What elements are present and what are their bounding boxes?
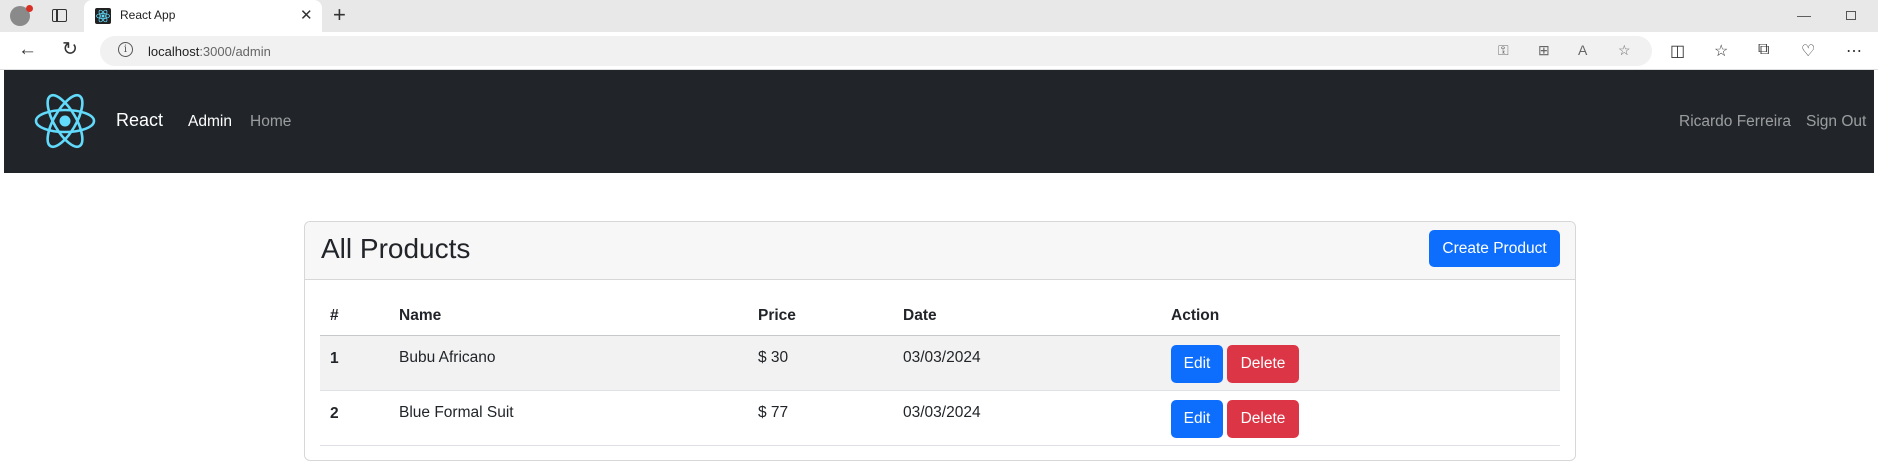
column-header-number: # (330, 307, 339, 324)
url-field[interactable] (100, 36, 1652, 66)
column-header-date: Date (903, 307, 937, 324)
url-path: :3000/admin (199, 44, 271, 59)
column-header-name: Name (399, 307, 442, 324)
restore-window-icon[interactable] (1846, 11, 1856, 20)
browser-address-bar: ← ↻ i localhost:3000/admin ⚿ ⊞ A ☆ ◫ ☆ ⧉… (0, 32, 1878, 70)
product-price: $ 77 (758, 404, 789, 421)
tab-actions-icon[interactable] (52, 9, 67, 22)
read-aloud-icon[interactable]: A (1578, 42, 1587, 58)
delete-button[interactable]: Delete (1227, 345, 1299, 383)
product-name: Bubu Africano (399, 349, 496, 366)
browser-essentials-icon[interactable]: ♡ (1801, 41, 1815, 61)
notification-dot-icon (26, 5, 33, 12)
react-favicon-icon (95, 8, 111, 24)
product-date: 03/03/2024 (903, 349, 981, 366)
minimize-window-icon[interactable]: — (1797, 7, 1811, 23)
delete-button[interactable]: Delete (1227, 400, 1299, 438)
browser-tab-title: React App (120, 8, 176, 22)
brand-name[interactable]: React (116, 110, 163, 131)
url-text[interactable]: localhost:3000/admin (148, 44, 271, 59)
edit-button[interactable]: Edit (1171, 400, 1223, 438)
close-tab-icon[interactable]: ✕ (300, 6, 313, 24)
favorite-star-icon[interactable]: ☆ (1618, 42, 1631, 59)
key-icon[interactable]: ⚿ (1498, 42, 1509, 59)
more-menu-icon[interactable]: ⋯ (1846, 41, 1862, 61)
nav-link-home[interactable]: Home (250, 113, 291, 131)
site-info-icon[interactable]: i (118, 42, 133, 57)
back-icon[interactable]: ← (18, 39, 37, 61)
url-host: localhost (148, 44, 200, 59)
product-date: 03/03/2024 (903, 404, 981, 421)
column-header-action: Action (1171, 307, 1220, 324)
browser-tab-bar: React App ✕ + — (0, 0, 1878, 32)
nav-user-name[interactable]: Ricardo Ferreira (1679, 113, 1791, 131)
row-number: 2 (330, 405, 339, 422)
page-title: All Products (321, 233, 471, 264)
edit-button[interactable]: Edit (1171, 345, 1223, 383)
column-header-price: Price (758, 307, 796, 324)
apps-icon[interactable]: ⊞ (1538, 42, 1550, 59)
split-screen-icon[interactable]: ◫ (1670, 41, 1685, 61)
product-price: $ 30 (758, 349, 789, 366)
product-name: Blue Formal Suit (399, 404, 514, 421)
app-navbar: React Admin Home Ricardo Ferreira Sign O… (4, 70, 1874, 173)
react-logo-icon[interactable] (32, 88, 98, 154)
favorites-icon[interactable]: ☆ (1714, 41, 1728, 61)
card-header: All Products Create Product (305, 222, 1575, 280)
row-number: 1 (330, 350, 339, 367)
create-product-button[interactable]: Create Product (1429, 230, 1560, 267)
nav-link-admin[interactable]: Admin (188, 113, 232, 131)
refresh-icon[interactable]: ↻ (62, 38, 78, 61)
new-tab-icon[interactable]: + (333, 2, 346, 28)
sign-out-link[interactable]: Sign Out (1806, 113, 1866, 131)
collections-icon[interactable]: ⧉ (1758, 41, 1769, 59)
